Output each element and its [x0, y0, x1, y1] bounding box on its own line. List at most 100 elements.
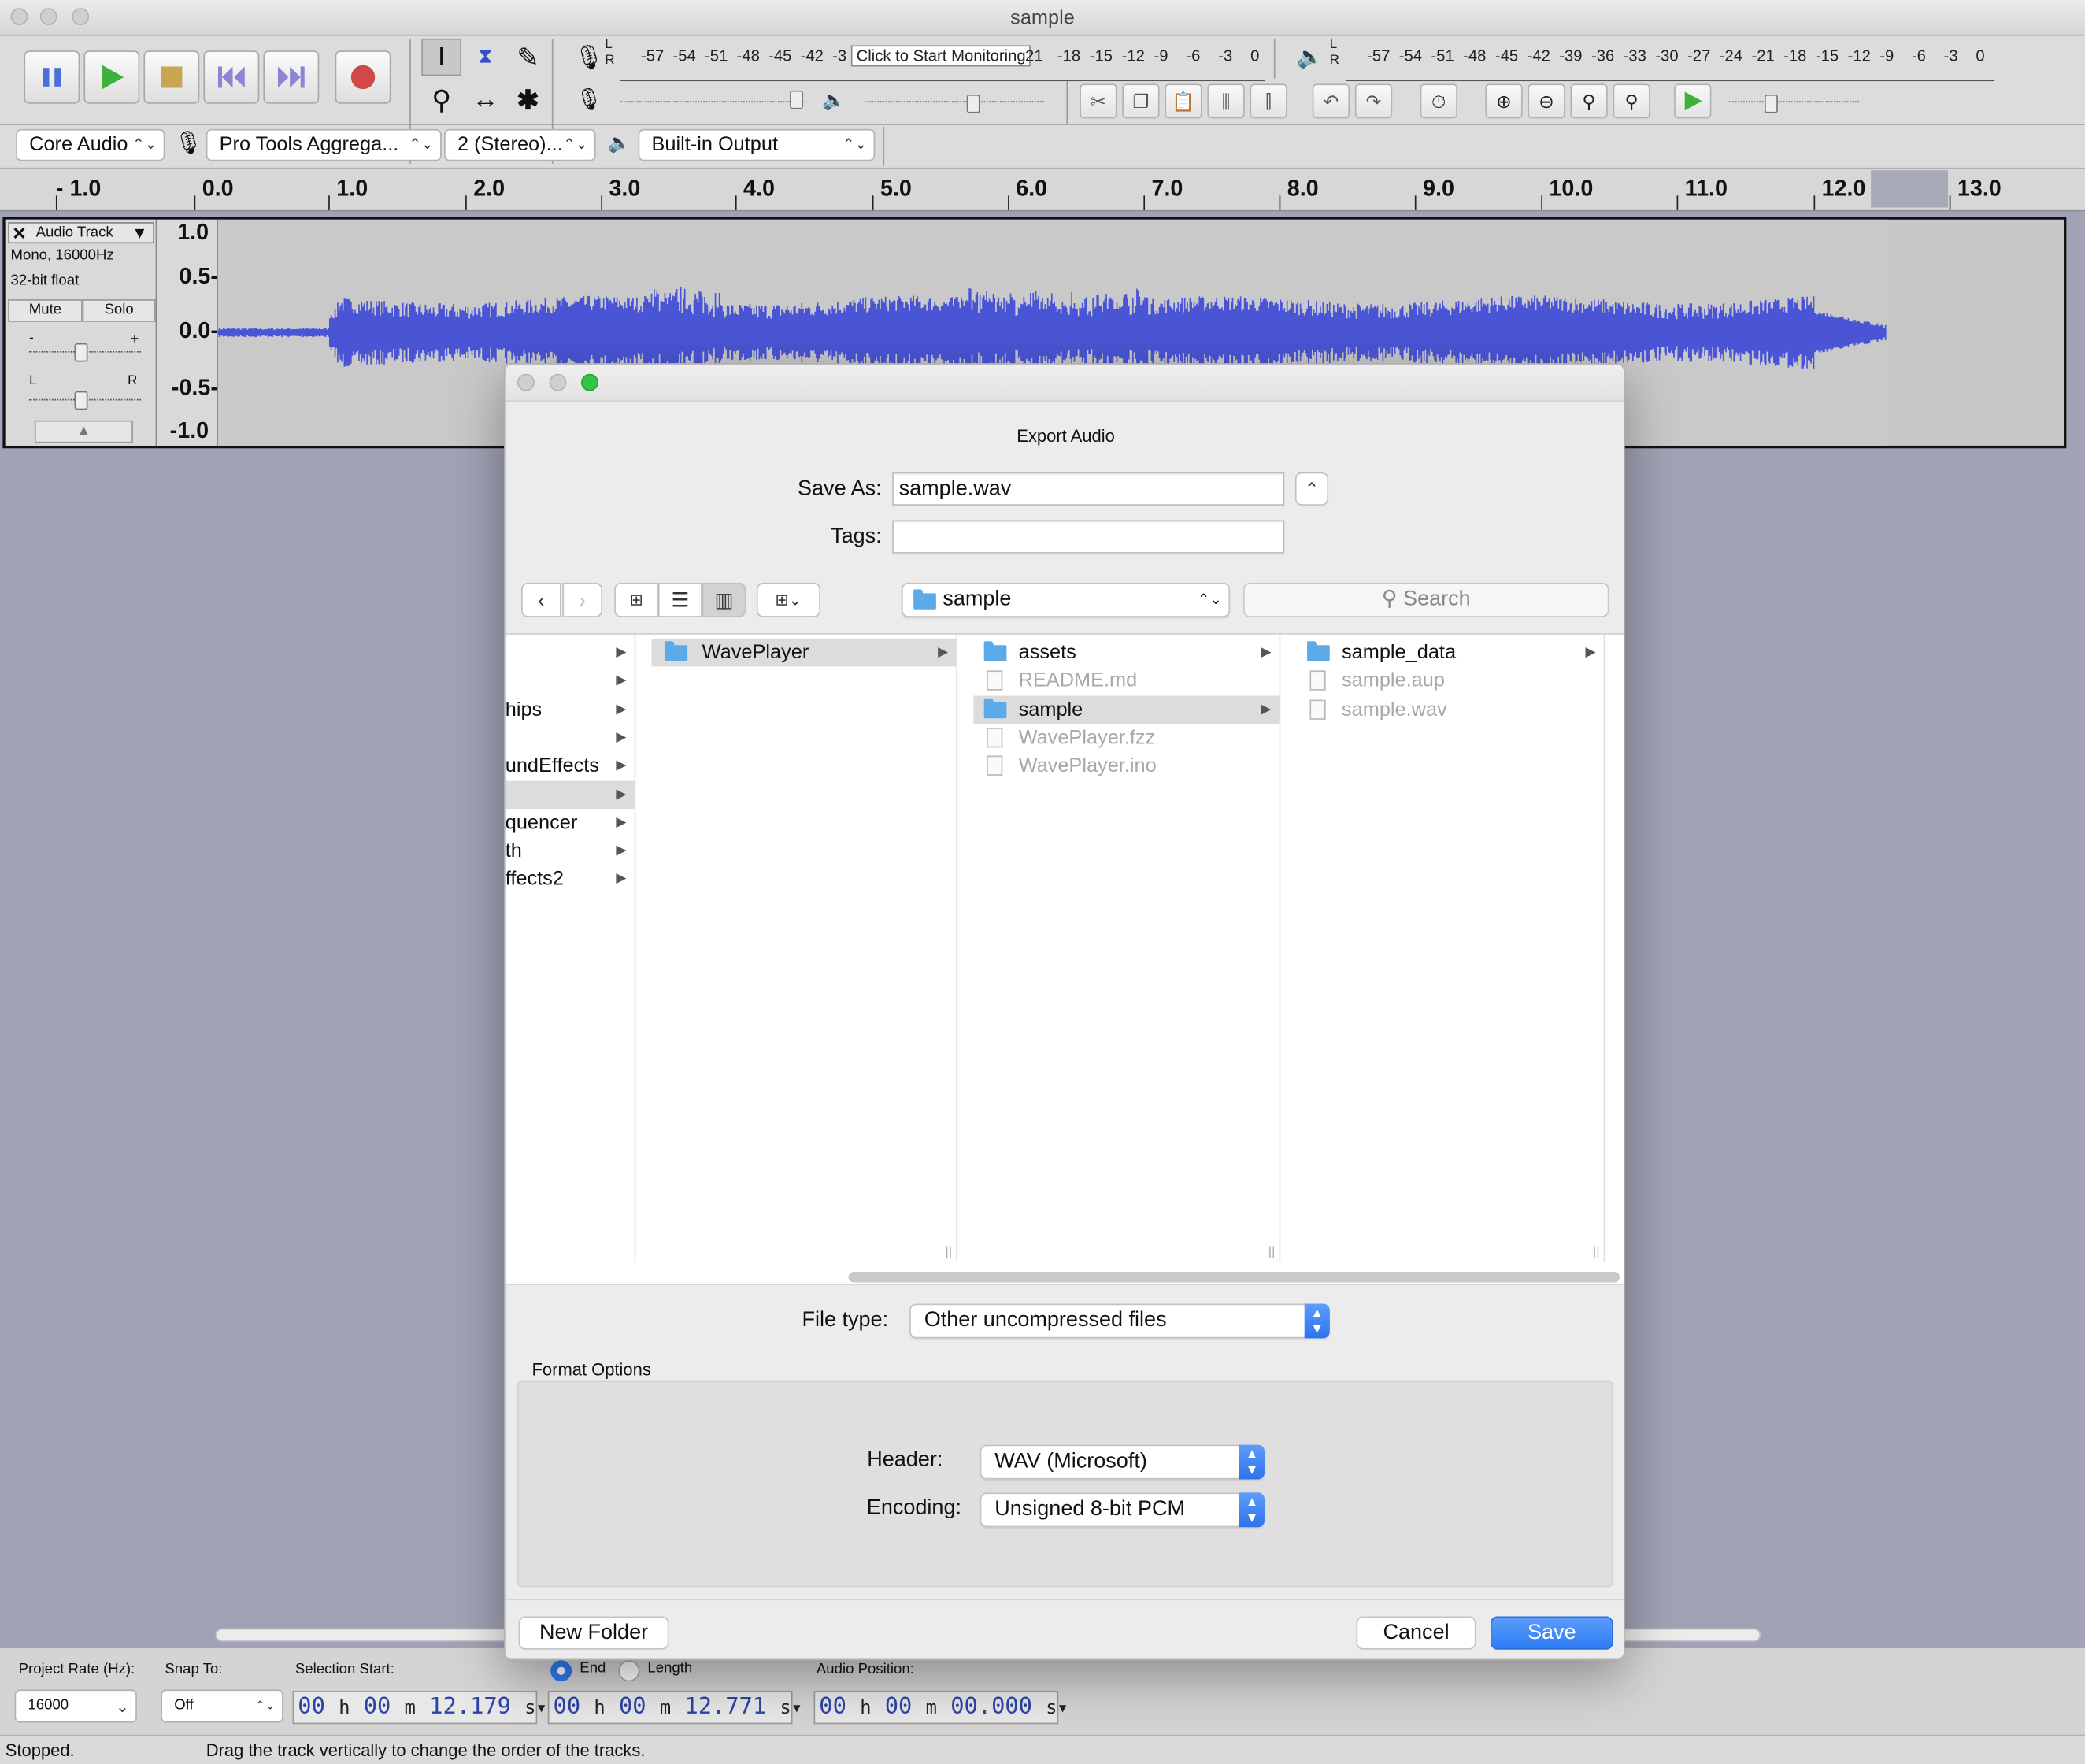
browser-column-3[interactable]: assets ▶ README.md sample ▶ WavePlayer.fzz Wav…: [973, 634, 1281, 1263]
pause-button[interactable]: [24, 50, 80, 104]
icon-view-button[interactable]: ⊞: [614, 582, 658, 617]
play-speed-slider[interactable]: [1728, 94, 1859, 113]
track-name-bar[interactable]: ✕ Audio Track ▼: [8, 222, 154, 245]
dialog-zoom-icon[interactable]: [580, 373, 598, 391]
browser-item[interactable]: WavePlayer.ino: [973, 752, 1279, 780]
column-resize-grip[interactable]: ||: [1268, 1245, 1276, 1260]
browser-item[interactable]: undEffects ▶: [506, 752, 635, 780]
browser-item[interactable]: ffects2 ▶: [506, 865, 635, 893]
play-button[interactable]: [83, 50, 140, 104]
save-button[interactable]: Save: [1491, 1616, 1613, 1650]
close-window-icon[interactable]: [10, 8, 28, 26]
length-radio[interactable]: [618, 1660, 640, 1682]
audio-position-time[interactable]: 00 h 00 m 00.000 s▾: [813, 1691, 1068, 1725]
collapse-browser-button[interactable]: ⌃: [1294, 472, 1329, 506]
browser-item[interactable]: quencer ▶: [506, 809, 635, 836]
browser-item[interactable]: ▶: [506, 724, 635, 751]
sync-lock-button[interactable]: ⏱: [1420, 83, 1457, 119]
gain-thumb[interactable]: [74, 343, 88, 362]
paste-button[interactable]: 📋: [1165, 83, 1202, 119]
project-rate-select[interactable]: 16000 ⌄: [14, 1689, 137, 1723]
browser-item[interactable]: hips ▶: [506, 695, 635, 723]
audio-host-select[interactable]: Core Audio ⌃⌄: [16, 128, 165, 161]
input-device-select[interactable]: Pro Tools Aggrega... ⌃⌄: [206, 128, 442, 161]
encoding-select[interactable]: Unsigned 8-bit PCM ▲ ▼: [980, 1492, 1265, 1528]
record-meter[interactable]: -57 -54 -51 -48 -45 -42 -3 Click to Start Moni…: [619, 45, 1265, 82]
track-close-icon[interactable]: ✕: [12, 224, 26, 245]
input-volume-thumb[interactable]: [790, 90, 804, 109]
skip-to-start-button[interactable]: [203, 50, 260, 104]
caret-down-icon[interactable]: ▾: [791, 1698, 802, 1719]
selection-start-time[interactable]: 00 h 00 m 12.179 s▾: [292, 1691, 547, 1725]
fit-project-button[interactable]: ⚲: [1613, 83, 1650, 119]
browser-item[interactable]: README.md: [973, 667, 1279, 695]
cancel-button[interactable]: Cancel: [1356, 1616, 1476, 1650]
browser-item[interactable]: WavePlayer ▶: [651, 638, 957, 667]
browser-item[interactable]: th ▶: [506, 837, 635, 865]
browser-item[interactable]: assets ▶: [973, 639, 1279, 666]
browser-item[interactable]: ▶: [505, 780, 635, 809]
caret-down-icon[interactable]: ▾: [535, 1698, 546, 1719]
location-popup[interactable]: sample ⌃⌄: [901, 582, 1231, 617]
end-radio[interactable]: [550, 1660, 572, 1682]
skip-to-end-button[interactable]: [263, 50, 320, 104]
dialog-close-icon[interactable]: [517, 373, 535, 391]
file-type-select[interactable]: Other uncompressed files ▲ ▼: [909, 1303, 1330, 1339]
cut-button[interactable]: ✂: [1080, 83, 1117, 119]
copy-button[interactable]: ❐: [1122, 83, 1160, 119]
browser-item[interactable]: ▶: [506, 667, 635, 695]
browser-item[interactable]: WavePlayer.fzz: [973, 724, 1279, 751]
zoom-in-button[interactable]: ⊕: [1485, 83, 1523, 119]
header-select[interactable]: WAV (Microsoft) ▲ ▼: [980, 1444, 1265, 1480]
fit-selection-button[interactable]: ⚲: [1570, 83, 1608, 119]
selection-tool-button[interactable]: I: [421, 38, 462, 76]
caret-down-icon[interactable]: ▾: [1057, 1698, 1068, 1719]
back-button[interactable]: ‹: [521, 582, 561, 617]
browser-column-2[interactable]: WavePlayer ▶ ||: [651, 634, 957, 1263]
zoom-out-button[interactable]: ⊖: [1528, 83, 1565, 119]
browser-item[interactable]: sample.wav: [1297, 695, 1604, 723]
browser-column-1[interactable]: ▶ ▶ hips ▶ ▶ undEffects ▶ ▶ quencer ▶ th ▶ ffects2 ▶: [505, 634, 636, 1263]
output-device-select[interactable]: Built-in Output ⌃⌄: [638, 128, 876, 161]
monitor-tooltip[interactable]: Click to Start Monitoring: [850, 45, 1031, 67]
undo-button[interactable]: ↶: [1312, 83, 1350, 119]
record-button[interactable]: [335, 50, 391, 104]
browser-horizontal-scrollbar[interactable]: [848, 1271, 1620, 1283]
selection-end-time[interactable]: 00 h 00 m 12.771 s▾: [547, 1691, 802, 1725]
search-field[interactable]: ⚲ Search: [1243, 582, 1609, 617]
zoom-tool-button[interactable]: ⚲: [421, 81, 461, 118]
play-at-speed-button[interactable]: [1674, 83, 1712, 119]
gain-slider[interactable]: [29, 343, 142, 362]
trim-button[interactable]: ⫼: [1207, 83, 1245, 119]
dialog-minimize-icon[interactable]: [549, 373, 567, 391]
solo-button[interactable]: Solo: [82, 299, 156, 322]
column-view-button[interactable]: ▥: [702, 582, 746, 617]
snap-to-select[interactable]: Off ⌃⌄: [161, 1689, 283, 1723]
forward-button[interactable]: ›: [562, 582, 603, 617]
playback-meter-button[interactable]: 🔈: [1290, 39, 1330, 76]
browser-item[interactable]: sample ▶: [973, 695, 1280, 724]
redo-button[interactable]: ↷: [1354, 83, 1393, 119]
channels-select[interactable]: 2 (Stereo)... ⌃⌄: [444, 128, 596, 161]
draw-tool-button[interactable]: ✎: [508, 39, 548, 76]
stop-button[interactable]: [143, 50, 200, 104]
play-speed-thumb[interactable]: [1765, 94, 1778, 113]
browser-item[interactable]: ▶: [506, 639, 635, 666]
save-as-input[interactable]: sample.wav: [892, 472, 1285, 506]
zoom-window-icon[interactable]: [72, 8, 90, 26]
collapse-track-button[interactable]: ▲: [34, 420, 133, 443]
browser-item[interactable]: sample_data ▶: [1297, 639, 1604, 666]
browser-column-4[interactable]: sample_data ▶ sample.aup sample.wav ||: [1297, 634, 1605, 1263]
multi-tool-button[interactable]: ✱: [508, 81, 548, 118]
output-volume-slider[interactable]: [864, 94, 1044, 113]
new-folder-button[interactable]: New Folder: [518, 1616, 669, 1650]
track-menu-caret-icon[interactable]: ▼: [131, 224, 147, 243]
browser-item[interactable]: sample.aup: [1297, 667, 1604, 695]
column-resize-grip[interactable]: ||: [1593, 1245, 1600, 1260]
pan-slider[interactable]: [29, 391, 142, 410]
pan-thumb[interactable]: [74, 391, 88, 410]
silence-button[interactable]: ⫿: [1250, 83, 1287, 119]
input-volume-slider[interactable]: [619, 90, 806, 109]
playback-meter[interactable]: -57 -54 -51 -48 -45 -42 -39 -36 -33 -30 -27 -24 -21-…: [1346, 46, 1995, 82]
list-view-button[interactable]: ☰: [657, 582, 702, 617]
